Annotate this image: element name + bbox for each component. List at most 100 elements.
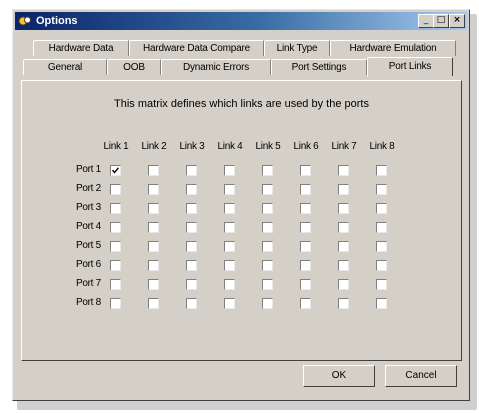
link-checkbox[interactable] — [376, 184, 387, 195]
link-checkbox[interactable] — [376, 203, 387, 214]
row-header: Port 5 — [76, 240, 101, 251]
link-checkbox[interactable] — [224, 298, 235, 309]
matrix-description: This matrix defines which links are used… — [114, 98, 369, 110]
link-checkbox[interactable] — [338, 165, 349, 176]
options-dialog: Options _ □ × Hardware Data Hardware Dat… — [12, 9, 470, 401]
link-checkbox[interactable] — [338, 279, 349, 290]
column-header: Link 3 — [179, 141, 205, 152]
link-checkbox[interactable] — [110, 298, 121, 309]
link-checkbox[interactable] — [110, 203, 121, 214]
column-header: Link 4 — [217, 141, 243, 152]
link-checkbox[interactable] — [186, 260, 197, 271]
link-checkbox[interactable] — [338, 298, 349, 309]
port-links-panel: This matrix defines which links are used… — [21, 80, 462, 361]
link-checkbox[interactable] — [300, 203, 311, 214]
row-header: Port 2 — [76, 183, 101, 194]
link-checkbox[interactable] — [338, 184, 349, 195]
link-checkbox[interactable] — [110, 241, 121, 252]
column-header: Link 1 — [103, 141, 129, 152]
link-checkbox[interactable] — [338, 241, 349, 252]
row-header: Port 6 — [76, 259, 101, 270]
ok-button[interactable]: OK — [303, 365, 375, 387]
link-checkbox[interactable] — [338, 203, 349, 214]
tab-hardware-data[interactable]: Hardware Data — [33, 40, 129, 56]
link-checkbox[interactable] — [224, 222, 235, 233]
row-header: Port 3 — [76, 202, 101, 213]
link-checkbox[interactable] — [300, 279, 311, 290]
link-checkbox[interactable] — [110, 222, 121, 233]
link-checkbox[interactable] — [300, 260, 311, 271]
link-checkbox[interactable] — [300, 298, 311, 309]
link-checkbox[interactable] — [376, 298, 387, 309]
row-header: Port 4 — [76, 221, 101, 232]
link-checkbox[interactable] — [148, 184, 159, 195]
link-checkbox[interactable] — [186, 222, 197, 233]
link-checkbox[interactable] — [224, 165, 235, 176]
link-checkbox[interactable] — [376, 222, 387, 233]
link-checkbox[interactable] — [110, 279, 121, 290]
link-checkbox[interactable] — [262, 241, 273, 252]
link-checkbox[interactable] — [148, 241, 159, 252]
link-checkbox[interactable] — [186, 241, 197, 252]
link-checkbox[interactable] — [300, 222, 311, 233]
minimize-button[interactable]: _ — [418, 14, 434, 28]
link-checkbox[interactable] — [148, 165, 159, 176]
column-header: Link 5 — [255, 141, 281, 152]
link-checkbox[interactable] — [300, 241, 311, 252]
row-header: Port 8 — [76, 297, 101, 308]
tab-hardware-emulation[interactable]: Hardware Emulation — [330, 40, 456, 56]
link-checkbox[interactable] — [262, 260, 273, 271]
tab-port-settings[interactable]: Port Settings — [271, 59, 367, 75]
link-checkbox[interactable] — [148, 298, 159, 309]
link-checkbox[interactable] — [338, 222, 349, 233]
link-checkbox[interactable] — [224, 279, 235, 290]
row-header: Port 1 — [76, 164, 101, 175]
link-checkbox[interactable] — [148, 279, 159, 290]
row-header: Port 7 — [76, 278, 101, 289]
link-checkbox[interactable] — [262, 279, 273, 290]
link-checkbox[interactable] — [300, 184, 311, 195]
column-header: Link 2 — [141, 141, 167, 152]
checkmark-icon — [112, 167, 119, 174]
link-checkbox[interactable] — [262, 298, 273, 309]
link-checkbox[interactable] — [110, 184, 121, 195]
column-header: Link 7 — [331, 141, 357, 152]
link-checkbox[interactable] — [110, 260, 121, 271]
close-button[interactable]: × — [449, 14, 465, 28]
tab-hardware-data-compare[interactable]: Hardware Data Compare — [129, 40, 264, 56]
link-checkbox[interactable] — [338, 260, 349, 271]
link-checkbox[interactable] — [186, 203, 197, 214]
link-checkbox[interactable] — [224, 184, 235, 195]
tab-dynamic-errors[interactable]: Dynamic Errors — [161, 59, 271, 75]
link-checkbox[interactable] — [376, 165, 387, 176]
link-checkbox[interactable] — [262, 222, 273, 233]
tab-port-links[interactable]: Port Links — [367, 57, 453, 76]
link-checkbox[interactable] — [224, 260, 235, 271]
link-checkbox[interactable] — [376, 279, 387, 290]
link-checkbox[interactable] — [148, 222, 159, 233]
link-checkbox[interactable] — [262, 165, 273, 176]
link-checkbox[interactable] — [148, 260, 159, 271]
link-checkbox[interactable] — [186, 184, 197, 195]
title-bar[interactable]: Options _ □ × — [15, 12, 467, 30]
link-checkbox[interactable] — [300, 165, 311, 176]
app-icon — [18, 16, 31, 26]
tab-link-type[interactable]: Link Type — [264, 40, 330, 56]
column-header: Link 6 — [293, 141, 319, 152]
link-checkbox[interactable] — [224, 203, 235, 214]
link-checkbox[interactable] — [186, 298, 197, 309]
link-checkbox[interactable] — [110, 165, 121, 176]
link-checkbox[interactable] — [186, 165, 197, 176]
link-checkbox[interactable] — [376, 241, 387, 252]
link-checkbox[interactable] — [262, 184, 273, 195]
cancel-button[interactable]: Cancel — [385, 365, 457, 387]
link-checkbox[interactable] — [262, 203, 273, 214]
link-checkbox[interactable] — [186, 279, 197, 290]
link-checkbox[interactable] — [148, 203, 159, 214]
tab-oob[interactable]: OOB — [107, 59, 161, 75]
link-checkbox[interactable] — [376, 260, 387, 271]
tab-general[interactable]: General — [23, 59, 107, 75]
column-header: Link 8 — [369, 141, 395, 152]
maximize-button[interactable]: □ — [433, 14, 449, 28]
link-checkbox[interactable] — [224, 241, 235, 252]
